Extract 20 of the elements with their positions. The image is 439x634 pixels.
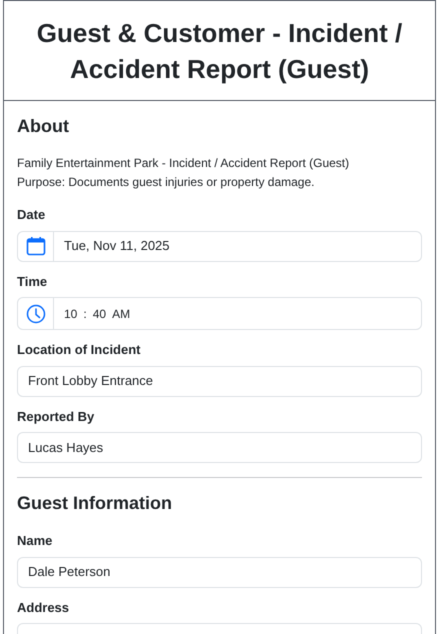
section-heading: About	[17, 115, 70, 138]
field-label: Reported By	[17, 408, 96, 426]
time-separator: :	[83, 306, 87, 322]
text-field[interactable]: Dale Peterson	[17, 556, 422, 588]
field-label: Location of Incident	[17, 341, 142, 359]
date-field[interactable]: Tue, Nov 11, 2025	[17, 230, 422, 262]
period-value: AM	[112, 306, 130, 322]
page-title: Guest & Customer - Incident / Accident Report (Guest)	[36, 16, 404, 86]
text-field[interactable]: Lucas Hayes	[17, 432, 422, 463]
hour-value: 10	[64, 306, 78, 322]
section-heading: Guest Information	[17, 492, 174, 515]
time-field[interactable]: 10 : 40 AM	[17, 297, 422, 330]
field-label: Date	[17, 206, 46, 224]
minute-value: 40	[92, 306, 106, 322]
description-text: Family Entertainment Park - Incident / Accident Report (Guest)	[17, 155, 350, 172]
field-label: Address	[17, 598, 70, 616]
description-text: Purpose: Documents guest injuries or property damage.	[17, 174, 316, 191]
field-label: Name	[17, 532, 54, 550]
field-label: Time	[17, 272, 48, 290]
text-field[interactable]: Front Lobby Entrance	[17, 366, 422, 396]
